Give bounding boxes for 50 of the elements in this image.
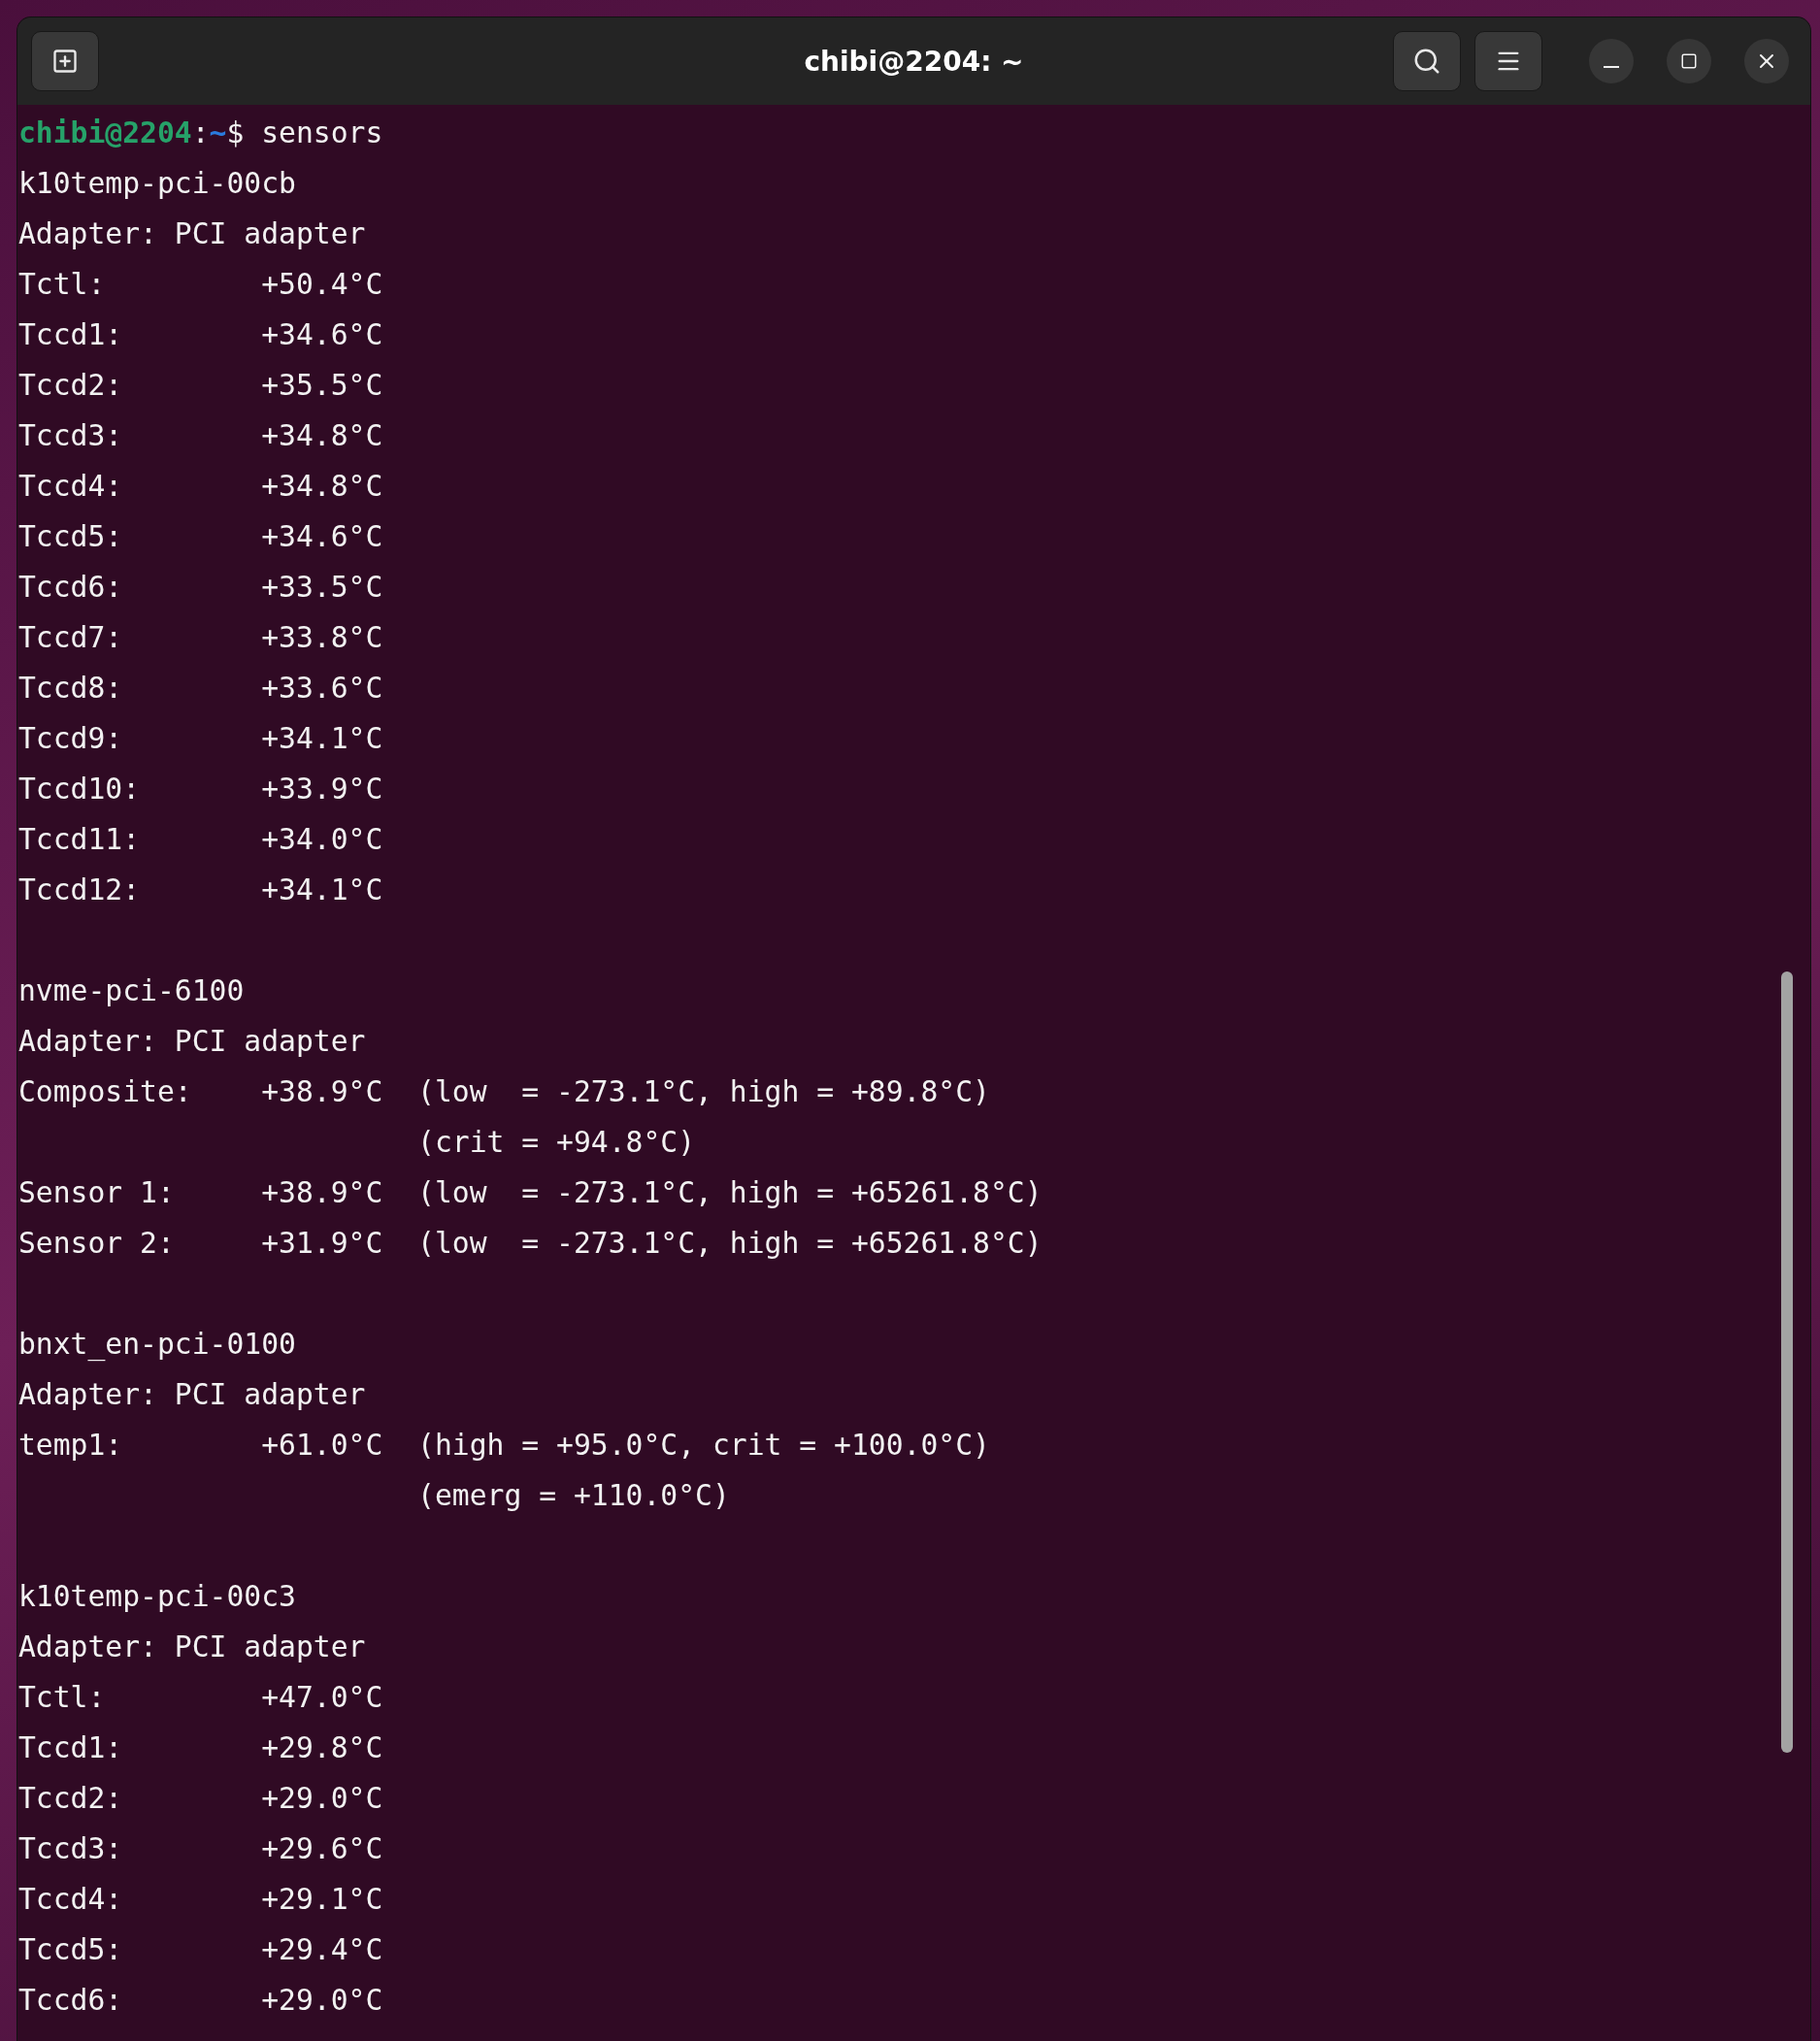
output-line: Adapter: PCI adapter xyxy=(18,1630,366,1663)
output-line: Adapter: PCI adapter xyxy=(18,216,366,250)
output-line: k10temp-pci-00cb xyxy=(18,166,296,200)
output-line: Tccd5: +29.4°C xyxy=(18,1932,383,1966)
output-line: Tccd12: +34.1°C xyxy=(18,872,383,906)
close-button[interactable] xyxy=(1744,39,1789,83)
command-text: sensors xyxy=(261,115,383,149)
output-line: Tccd5: +34.6°C xyxy=(18,519,383,553)
output-line: Tccd6: +33.5°C xyxy=(18,570,383,604)
output-line: (emerg = +110.0°C) xyxy=(416,1478,730,1512)
maximize-button[interactable] xyxy=(1667,39,1711,83)
prompt-path: ~ xyxy=(209,115,227,149)
output-line: Tctl: +50.4°C xyxy=(18,267,383,301)
window-title: chibi@2204: ~ xyxy=(804,45,1024,78)
prompt-user-host: chibi@2204 xyxy=(18,115,192,149)
output-line: Adapter: PCI adapter xyxy=(18,1377,366,1411)
output-line: bnxt_en-pci-0100 xyxy=(18,1327,296,1361)
output-line: (crit = +94.8°C) xyxy=(416,1125,696,1159)
output-line: Sensor 1: +38.9°C (low = -273.1°C, high = +65261.8°C) xyxy=(18,1175,1042,1209)
search-button[interactable] xyxy=(1393,31,1461,91)
output-line: Tccd2: +29.0°C xyxy=(18,1781,383,1815)
output-line: temp1: +61.0°C (high = +95.0°C, crit = +100.0°C) xyxy=(18,1428,990,1462)
minimize-icon xyxy=(1604,66,1619,68)
prompt-symbol: $ xyxy=(226,115,245,149)
prompt-separator: : xyxy=(191,115,210,149)
output-line: Sensor 2: +31.9°C (low = -273.1°C, high = +65261.8°C) xyxy=(18,1226,1042,1260)
output-line: Composite: +38.9°C (low = -273.1°C, high = +89.8°C) xyxy=(18,1074,990,1108)
output-line: Tccd4: +29.1°C xyxy=(18,1882,383,1916)
output-line: Tccd8: +33.6°C xyxy=(18,671,383,705)
output-line: Tccd1: +29.8°C xyxy=(18,1730,383,1764)
maximize-icon xyxy=(1680,52,1698,70)
output-line: Adapter: PCI adapter xyxy=(18,1024,366,1058)
output-line: k10temp-pci-00c3 xyxy=(18,1579,296,1613)
scrollbar-thumb[interactable] xyxy=(1781,971,1793,1753)
search-icon xyxy=(1412,47,1441,76)
output-line: Tccd4: +34.8°C xyxy=(18,469,383,503)
output-line: Tccd10: +33.9°C xyxy=(18,772,383,806)
output-line: Tccd1: +34.6°C xyxy=(18,317,383,351)
new-tab-button[interactable] xyxy=(31,31,99,91)
output-line: Tccd11: +34.0°C xyxy=(18,822,383,856)
output-line: Tctl: +47.0°C xyxy=(18,1680,383,1714)
menu-button[interactable] xyxy=(1474,31,1542,91)
output-line: Tccd2: +35.5°C xyxy=(18,368,383,402)
output-line: Tccd9: +34.1°C xyxy=(18,721,383,755)
new-tab-icon xyxy=(51,48,79,75)
output-line: Tccd6: +29.0°C xyxy=(18,1983,383,2017)
output-line: Tccd3: +29.6°C xyxy=(18,1831,383,1865)
output-line: Tccd7: +33.8°C xyxy=(18,620,383,654)
output-line: nvme-pci-6100 xyxy=(18,973,245,1007)
output-line: Tccd3: +34.8°C xyxy=(18,418,383,452)
